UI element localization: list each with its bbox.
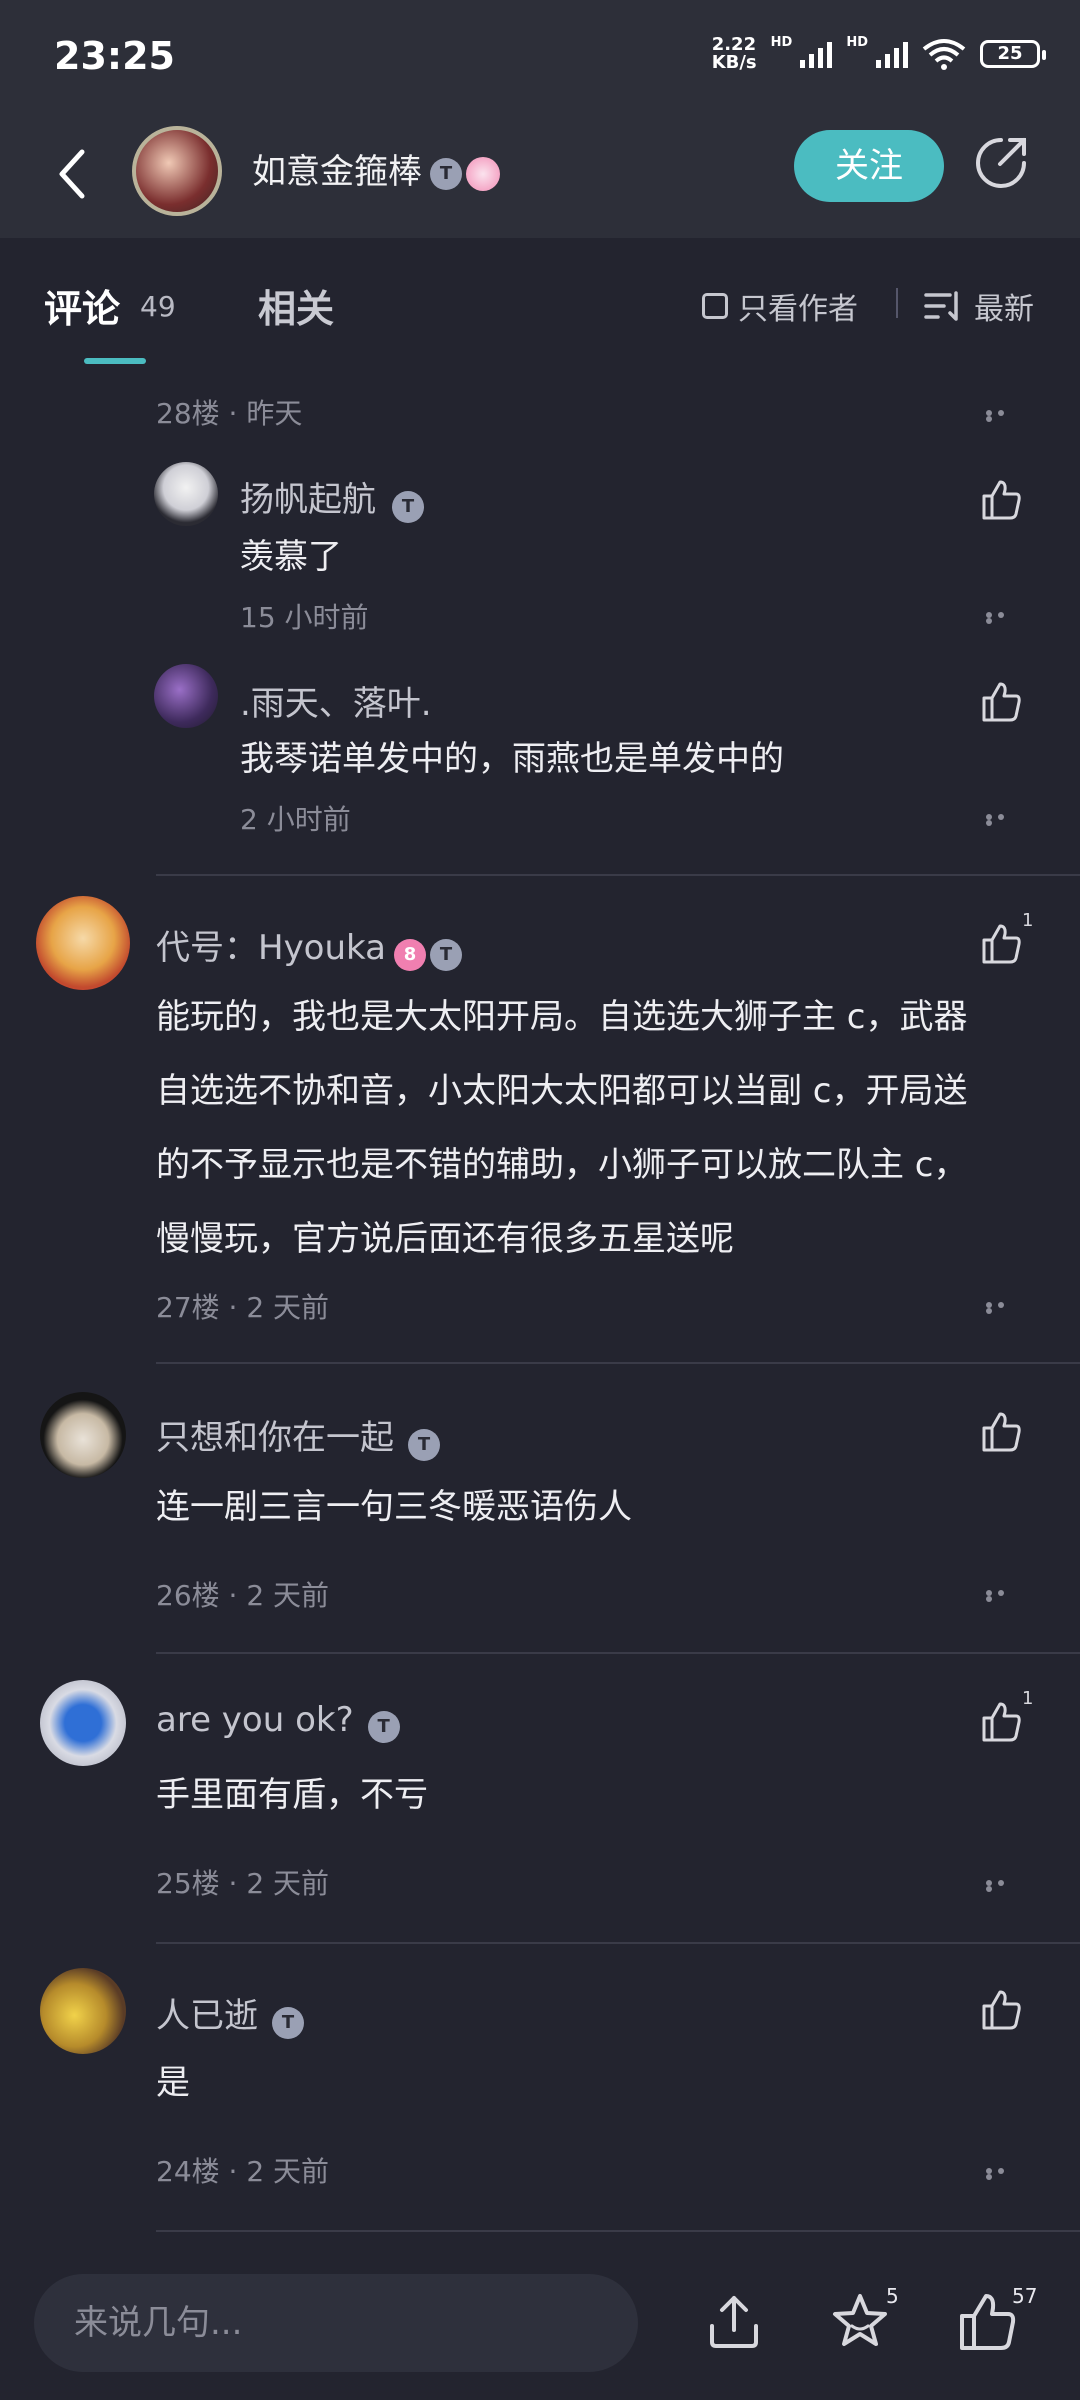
share-icon[interactable]	[972, 134, 1030, 192]
bottom-action-bar: 来说几句... 5 57	[0, 2250, 1080, 2400]
more-icon[interactable]	[986, 410, 1020, 422]
level-badge-icon: T	[392, 490, 424, 523]
comment-input[interactable]: 来说几句...	[34, 2274, 638, 2372]
comment-text-line: 自选选不协和音，小太阳大太阳都可以当副 c，开局送	[156, 1071, 968, 1111]
reply-author-name: 扬帆起航	[240, 480, 376, 520]
comment-meta: 27楼 · 2 天前	[156, 1291, 330, 1324]
like-count: 1	[1022, 910, 1034, 931]
like-icon[interactable]	[980, 1410, 1024, 1454]
comment-divider	[156, 1362, 1080, 1364]
checkbox-icon[interactable]	[702, 293, 728, 319]
comment-text: 连一剧三言一句三冬暖恶语伤人	[156, 1487, 632, 1527]
comment-meta: 26楼 · 2 天前	[156, 1579, 330, 1612]
comment-meta: 24楼 · 2 天前	[156, 2155, 330, 2188]
medal-badge-icon	[466, 156, 500, 191]
status-icons: 2.22 KB/s HD HD 25	[712, 34, 1046, 72]
status-time: 23:25	[54, 34, 175, 78]
more-icon[interactable]	[986, 1880, 1020, 1892]
verified-badge-icon: T	[272, 2006, 304, 2039]
follow-button[interactable]: 关注	[794, 130, 944, 202]
comment-name-row[interactable]: 人已逝 T	[156, 1988, 304, 2039]
wifi-icon	[922, 39, 966, 70]
hd-label-1: HD	[770, 34, 793, 50]
reply-time: 2 小时前	[240, 803, 351, 836]
more-icon[interactable]	[986, 2168, 1020, 2180]
sort-label: 最新	[974, 292, 1034, 327]
author-name: 如意金箍棒	[252, 152, 422, 192]
verified-badge-icon: T	[408, 1428, 440, 1461]
comment-text: 手里面有盾，不亏	[156, 1775, 428, 1815]
post-header: 如意金箍棒 T 关注	[0, 110, 1080, 238]
share-upload-icon[interactable]	[702, 2290, 766, 2354]
reply-time: 15 小时前	[240, 601, 369, 634]
comment-name-row[interactable]: are you ok? T	[156, 1700, 400, 1743]
comment-text-line: 能玩的，我也是大太阳开局。自选选大狮子主 c，武器	[156, 997, 968, 1037]
verified-badge-icon: T	[429, 938, 462, 971]
network-speed-unit: KB/s	[711, 52, 757, 73]
like-icon[interactable]	[980, 680, 1024, 724]
comment-name-row[interactable]: 只想和你在一起 T	[156, 1410, 440, 1461]
comment-divider	[156, 1942, 1080, 1944]
more-icon[interactable]	[986, 1302, 1020, 1314]
only-author-label: 只看作者	[738, 292, 858, 327]
reply-text: 我琴诺单发中的，雨燕也是单发中的	[240, 739, 784, 779]
reply-avatar[interactable]	[154, 664, 218, 728]
favorite-count: 5	[886, 2284, 899, 2308]
comment-author-name: 代号：Hyouka	[156, 928, 386, 968]
more-icon[interactable]	[986, 612, 1020, 624]
like-icon[interactable]	[980, 922, 1024, 966]
comment-meta: 25楼 · 2 天前	[156, 1867, 330, 1900]
comment-text-line: 的不予显示也是不错的辅助，小狮子可以放二队主 c，	[156, 1145, 968, 1185]
comment-author-name: 人已逝	[156, 1996, 258, 2036]
only-author-toggle[interactable]: 只看作者	[702, 284, 858, 328]
tab-divider	[896, 288, 898, 318]
comment-text: 能玩的，我也是大太阳开局。自选选大狮子主 c，武器 自选选不协和音，小太阳大太阳…	[156, 980, 1056, 1276]
like-post-count: 57	[1012, 2284, 1038, 2308]
comment-text-line: 慢慢玩，官方说后面还有很多五星送呢	[156, 1219, 734, 1259]
status-bar: 23:25 2.22 KB/s HD HD 25	[0, 0, 1080, 110]
comment-avatar[interactable]	[40, 1680, 126, 1766]
reply-text: 羡慕了	[240, 537, 342, 577]
comments-count: 49	[140, 290, 176, 323]
like-count: 1	[1022, 1688, 1034, 1709]
reply-avatar[interactable]	[154, 462, 218, 526]
signal-icon-1	[800, 40, 833, 68]
network-speed: 2.22 KB/s	[712, 36, 757, 72]
tab-comments[interactable]: 评论	[44, 278, 120, 333]
tab-related[interactable]: 相关	[258, 278, 334, 333]
reply-author-name[interactable]: .雨天、落叶.	[240, 676, 432, 725]
author-avatar[interactable]	[132, 126, 222, 216]
comment-divider	[156, 1652, 1080, 1654]
verified-badge-icon: T	[367, 1710, 400, 1743]
level-8-badge-icon: 8	[393, 938, 426, 971]
comment-author-name: 只想和你在一起	[156, 1418, 394, 1458]
like-post-icon[interactable]	[956, 2290, 1020, 2354]
more-icon[interactable]	[986, 1590, 1020, 1602]
comment-avatar[interactable]	[40, 1968, 126, 2054]
comment-divider	[156, 874, 1080, 876]
comment-avatar[interactable]	[36, 896, 130, 990]
comment-divider	[156, 2230, 1080, 2232]
more-icon[interactable]	[986, 814, 1020, 826]
comment-text: 是	[156, 2063, 190, 2103]
back-arrow-icon[interactable]	[52, 144, 92, 204]
comment-name-row[interactable]: 代号：Hyouka 8 T	[156, 920, 462, 971]
like-icon[interactable]	[980, 1700, 1024, 1744]
star-favorite-icon[interactable]	[828, 2290, 892, 2354]
comment-tabs: 评论 49 相关 只看作者 最新	[0, 238, 1080, 366]
reply-name-row[interactable]: 扬帆起航 T	[240, 472, 424, 523]
signal-icon-2	[876, 40, 908, 68]
battery-icon: 25	[980, 40, 1046, 68]
parent-comment-meta: 28楼 · 昨天	[156, 397, 303, 430]
like-icon[interactable]	[980, 478, 1024, 522]
author-name-row[interactable]: 如意金箍棒 T	[252, 144, 500, 193]
sort-toggle[interactable]: 最新	[924, 284, 1034, 328]
active-tab-indicator	[84, 358, 146, 364]
hd-label-2: HD	[846, 34, 868, 50]
like-icon[interactable]	[980, 1988, 1024, 2032]
verified-badge-icon: T	[430, 157, 462, 190]
sort-icon	[924, 291, 958, 321]
comment-author-name: are you ok?	[156, 1700, 354, 1740]
comment-avatar[interactable]	[40, 1392, 126, 1478]
